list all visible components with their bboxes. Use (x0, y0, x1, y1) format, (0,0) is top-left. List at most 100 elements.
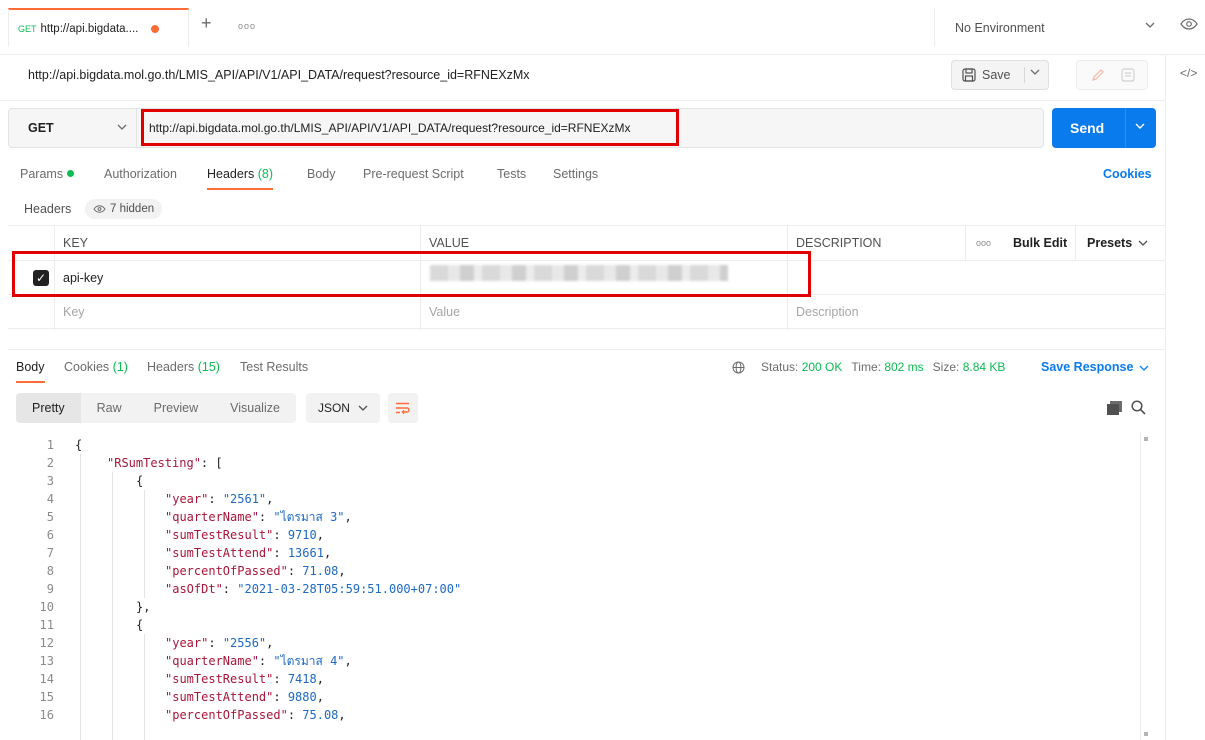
line-number: 15 (39, 690, 54, 704)
status-value[interactable]: 200 OK (802, 360, 843, 374)
request-name[interactable]: http://api.bigdata.mol.go.th/LMIS_API/AP… (28, 68, 530, 82)
indent-guide (80, 454, 81, 740)
eye-icon[interactable] (1180, 18, 1198, 30)
code-text: "percentOfPassed": 75.08, (165, 708, 346, 722)
new-tab-plus-icon[interactable]: + (201, 14, 212, 32)
send-button[interactable]: Send (1052, 108, 1156, 148)
tab-prerequest-script[interactable]: Pre-request Script (363, 167, 464, 181)
chevron-down-icon (1145, 22, 1155, 28)
search-icon[interactable] (1131, 400, 1146, 415)
view-visualize[interactable]: Visualize (214, 393, 296, 423)
tab-params[interactable]: Params (20, 167, 75, 181)
presets-dropdown[interactable]: Presets (1087, 226, 1148, 260)
json-key: "percentOfPassed" (165, 564, 288, 578)
line-number: 8 (46, 564, 54, 578)
json-key: "year" (165, 492, 209, 506)
json-key: "year" (165, 636, 209, 650)
line-number: 11 (39, 618, 54, 632)
response-view-toolbar: Pretty Raw Preview Visualize JSON (16, 393, 418, 423)
time-value[interactable]: 802 ms (884, 360, 923, 374)
json-key: "sumTestResult" (165, 672, 274, 686)
json-key: "asOfDt" (165, 582, 223, 596)
tab-settings[interactable]: Settings (553, 167, 598, 181)
wrap-icon (396, 402, 411, 414)
line-number: 10 (39, 600, 54, 614)
save-button[interactable]: Save (951, 60, 1049, 90)
line-number: 4 (46, 492, 54, 506)
hidden-headers-toggle[interactable]: 7 hidden (85, 199, 163, 219)
scroll-down-icon[interactable] (1144, 732, 1148, 736)
send-divider (1125, 108, 1126, 148)
json-key: "RSumTesting" (107, 456, 201, 470)
resp-cookies-label: Cookies (64, 360, 110, 374)
code-text: { (136, 618, 144, 632)
code-snippet-icon[interactable]: </> (1180, 66, 1197, 80)
line-number: 13 (39, 654, 54, 668)
code-text: "quarterName": "ไตรมาส 3", (165, 510, 352, 524)
more-options-icon[interactable]: ooo (976, 226, 991, 260)
view-preview[interactable]: Preview (137, 393, 215, 423)
resp-tab-body[interactable]: Body (16, 360, 45, 383)
comment-icon[interactable] (1121, 68, 1135, 82)
request-tabs: Params Authorization Headers (8) Body Pr… (0, 160, 1165, 190)
tab-authorization[interactable]: Authorization (104, 167, 177, 181)
json-value: 9880 (287, 690, 317, 704)
wrap-lines-button[interactable] (387, 393, 418, 423)
chevron-down-icon[interactable] (1030, 69, 1040, 75)
environment-label: No Environment (955, 20, 1045, 35)
chevron-down-icon[interactable] (1135, 123, 1145, 129)
resp-tab-test-results[interactable]: Test Results (240, 360, 308, 374)
code-text: "sumTestAttend": 13661, (165, 546, 332, 560)
cookies-link[interactable]: Cookies (1103, 167, 1152, 181)
unsaved-dot-icon (151, 24, 160, 33)
time-label: Time: (851, 360, 881, 374)
save-icon (962, 68, 976, 82)
save-response-button[interactable]: Save Response (1041, 360, 1149, 374)
chevron-down-icon (117, 124, 127, 130)
line-number: 7 (46, 546, 54, 560)
header-highlight-box (12, 251, 811, 297)
copy-icon[interactable] (1107, 401, 1122, 415)
view-pretty[interactable]: Pretty (16, 393, 81, 423)
tab-headers-label: Headers (207, 167, 255, 181)
more-tabs-icon[interactable]: ooo (238, 21, 256, 31)
tab-body[interactable]: Body (307, 167, 336, 181)
line-number: 3 (46, 474, 54, 488)
tab-headers[interactable]: Headers (8) (207, 167, 274, 190)
json-value: 9710 (287, 528, 317, 542)
size-label: Size: (932, 360, 960, 374)
globe-icon[interactable] (732, 361, 745, 374)
resp-tab-headers[interactable]: Headers (15) (147, 360, 220, 374)
key-placeholder[interactable]: Key (63, 295, 85, 328)
environment-selector[interactable]: No Environment (934, 8, 1165, 47)
value-placeholder[interactable]: Value (429, 295, 460, 328)
view-raw[interactable]: Raw (80, 393, 138, 423)
code-scrollbar[interactable] (1140, 432, 1150, 740)
code-text: "year": "2556", (165, 636, 274, 650)
request-tab[interactable]: GET http://api.bigdata.... (8, 8, 189, 47)
indent-guide (112, 472, 113, 740)
bulk-edit-button[interactable]: Bulk Edit (1013, 226, 1067, 260)
response-code-view[interactable]: 1 { 2 "RSumTesting": [ 3 { 4 "year": "2561",… (0, 436, 1150, 740)
resp-tab-cookies[interactable]: Cookies (1) (64, 360, 128, 374)
description-placeholder[interactable]: Description (796, 295, 859, 328)
line-number: 6 (46, 528, 54, 542)
code-text: "percentOfPassed": 71.08, (165, 564, 346, 578)
code-text: { (136, 474, 144, 488)
line-number: 16 (39, 708, 54, 722)
right-sidebar-divider (1165, 55, 1166, 740)
format-label: JSON (317, 401, 350, 415)
scroll-up-icon[interactable] (1144, 437, 1148, 441)
json-value: "2556" (222, 636, 267, 650)
method-selector[interactable]: GET (9, 109, 137, 147)
json-punct: : [ (200, 456, 223, 470)
format-selector[interactable]: JSON (305, 393, 380, 423)
pencil-icon[interactable] (1091, 68, 1105, 82)
json-value: "2561" (222, 492, 267, 506)
request-title-row: http://api.bigdata.mol.go.th/LMIS_API/AP… (0, 55, 1165, 101)
tab-tests[interactable]: Tests (497, 167, 526, 181)
send-label: Send (1070, 120, 1105, 136)
column-divider (1075, 226, 1076, 261)
code-text: "sumTestAttend": 9880, (165, 690, 324, 704)
size-value[interactable]: 8.84 KB (963, 360, 1006, 374)
